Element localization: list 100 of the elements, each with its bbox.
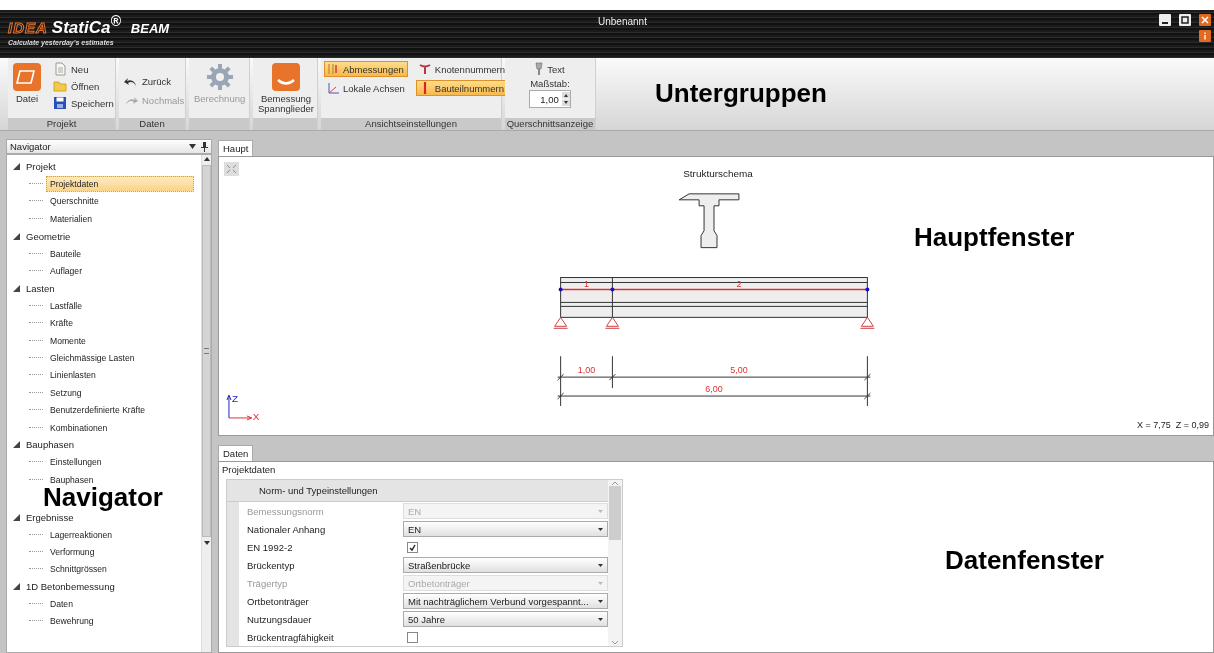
checkbox[interactable]	[407, 631, 418, 643]
app-icon	[13, 63, 41, 91]
expand-icon[interactable]	[13, 232, 20, 240]
tree-item[interactable]: Materialien	[46, 210, 97, 227]
annotation-label: Datenfenster	[945, 545, 1104, 576]
axis-label: Z	[231, 393, 239, 404]
tree-item[interactable]: Einstellungen	[46, 454, 106, 471]
member-number: 1	[584, 279, 589, 290]
expand-icon[interactable]	[13, 583, 20, 591]
annotation-label: Untergruppen	[655, 78, 827, 109]
dropdown-field[interactable]: EN	[403, 521, 608, 537]
toggle-button[interactable]: Abmessungen	[324, 61, 408, 77]
dropdown-arrow-icon[interactable]	[598, 617, 603, 621]
scroll-down-icon[interactable]	[202, 539, 211, 547]
section-header[interactable]: Norm- und Typeinstellungen	[227, 480, 608, 502]
tree-item[interactable]: Daten	[46, 596, 77, 613]
property-label: Bemessungsnorm	[246, 505, 325, 517]
tree-item[interactable]: Ergebnisse	[26, 511, 74, 523]
text-button[interactable]: Text	[533, 61, 567, 77]
spinner-arrows-icon[interactable]	[561, 92, 570, 106]
property-label: Brückentragfähigkeit	[246, 631, 335, 643]
maximize-icon[interactable]	[1179, 14, 1191, 26]
product-name: StatiCa$^{®}$	[51, 13, 121, 38]
tree-item[interactable]: Querschnitte	[46, 193, 103, 210]
dropdown-arrow-icon[interactable]	[598, 599, 603, 603]
tree-item[interactable]: Benutzerdefinierte Kräfte	[46, 402, 150, 419]
tree-item[interactable]: Schnittgrössen	[46, 561, 111, 578]
dropdown-arrow-icon[interactable]	[598, 563, 603, 567]
tree-item[interactable]: Gleichmässige Lasten	[46, 350, 139, 366]
text-icon	[535, 62, 544, 76]
toggle-button[interactable]: Lokale Achsen	[324, 80, 408, 96]
tree-item[interactable]: Linienlasten	[46, 367, 100, 384]
expand-icon[interactable]	[13, 441, 20, 449]
navigator-dropdown[interactable]: Navigator	[6, 139, 212, 154]
gear-icon	[205, 63, 234, 91]
property-label: Trägertyp	[246, 577, 289, 589]
expand-icon[interactable]	[13, 513, 20, 521]
tree-item[interactable]: Auflager	[46, 263, 86, 280]
dropdown-field[interactable]: Straßenbrücke	[403, 557, 608, 573]
dropdown-field[interactable]: Mit nachträglichem Verbund vorgespannt...	[403, 593, 608, 609]
close-icon[interactable]	[1199, 14, 1211, 26]
tree-item[interactable]: Kräfte	[46, 315, 77, 332]
ribbon-button[interactable]: Zurück	[122, 75, 187, 88]
property-label: Nationaler Anhang	[246, 523, 327, 535]
tree-item[interactable]: Projekt	[26, 161, 56, 173]
tree-item[interactable]: 1D Betonbemessung	[26, 581, 115, 593]
module-name: BEAM	[130, 20, 170, 36]
tree-item[interactable]: Verformung	[46, 543, 99, 560]
window-title: Unbenannt	[598, 16, 647, 27]
dimension-label: 5,00	[730, 365, 748, 376]
expand-icon[interactable]	[13, 163, 20, 171]
diagram-title: Strukturschema	[683, 167, 753, 179]
save-icon	[53, 96, 67, 110]
tree-item[interactable]: Lasten	[26, 282, 55, 294]
info-icon[interactable]	[1199, 30, 1211, 42]
tree-item[interactable]: Lagerreaktionen	[46, 526, 117, 543]
tree-item[interactable]: Bauphasen	[26, 439, 75, 451]
property-label: Nutzungsdauer	[246, 613, 313, 625]
minimize-icon[interactable]	[1159, 14, 1171, 26]
logo: IDEA	[8, 18, 48, 36]
expand-icon[interactable]	[13, 284, 20, 292]
tree-item[interactable]: Geometrie	[26, 230, 71, 242]
dimension-label: 6,00	[705, 384, 723, 395]
tree-item[interactable]: Momente	[46, 332, 90, 349]
cross-section-drawing	[678, 193, 740, 249]
toggle-button[interactable]: Knotennummern	[415, 61, 509, 77]
dimension-icon	[327, 63, 339, 75]
scale-spinner[interactable]: 1,00	[529, 90, 571, 108]
pin-icon[interactable]	[201, 141, 208, 152]
document-icon	[53, 62, 67, 76]
property-label: EN 1992-2	[246, 541, 294, 553]
redo-icon	[124, 95, 138, 106]
tree-item[interactable]: Kombinationen	[46, 419, 112, 436]
tree-item[interactable]: Bewehrung	[46, 613, 98, 630]
cursor-coordinates: X = 7,75 Z = 0,99	[1136, 420, 1209, 430]
main-tab[interactable]: Haupt	[218, 140, 254, 156]
tree-item[interactable]: Lastfälle	[46, 297, 86, 314]
axis-label: X	[252, 410, 260, 422]
dropdown-arrow-icon[interactable]	[598, 527, 603, 531]
ribbon-button[interactable]: Neu	[51, 61, 116, 77]
tree-item[interactable]: Bauteile	[46, 245, 86, 262]
annotation-label: Hauptfenster	[914, 222, 1075, 253]
checkbox[interactable]	[407, 541, 418, 553]
node-icon	[418, 63, 431, 75]
tree-item[interactable]: Projektdaten	[46, 176, 194, 193]
axes-icon	[327, 82, 339, 94]
property-label: Brückentyp	[246, 559, 296, 571]
ribbon-button[interactable]: Öffnen	[51, 78, 116, 94]
ribbon-button[interactable]: Speichern	[51, 95, 116, 111]
axis-icon	[226, 394, 253, 421]
scale-label: Maßstab:	[530, 78, 570, 89]
dropdown-arrow-icon[interactable]	[189, 144, 196, 149]
group-label: Daten	[119, 118, 185, 130]
curve-icon	[272, 63, 300, 91]
file-button[interactable]: Datei	[11, 61, 43, 106]
scrollbar[interactable]	[201, 155, 211, 652]
tree-item[interactable]: Setzung	[46, 384, 86, 401]
folder-icon	[53, 79, 67, 93]
data-tab[interactable]: Daten	[218, 445, 254, 461]
dropdown-field[interactable]: 50 Jahre	[403, 611, 608, 627]
